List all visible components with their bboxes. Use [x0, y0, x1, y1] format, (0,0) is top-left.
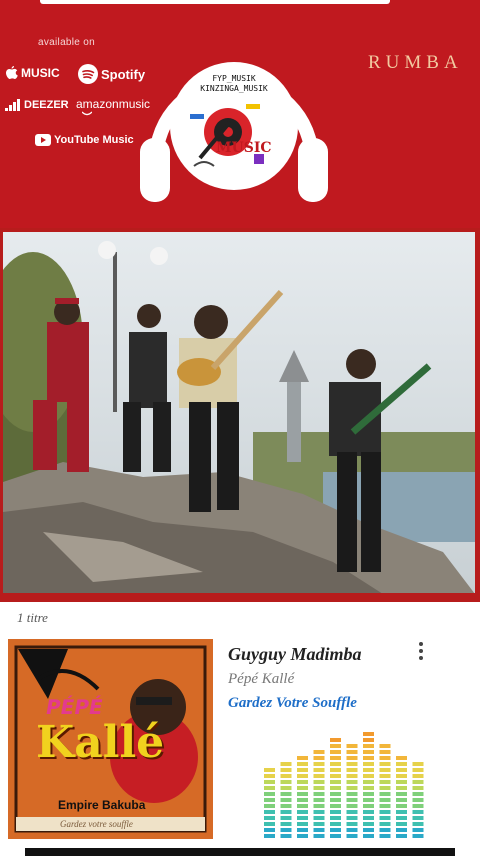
- equalizer-bar: [297, 756, 308, 838]
- header-banner: available on MUSIC Spotify DEEZER amazon…: [0, 0, 480, 228]
- apple-music-badge[interactable]: MUSIC: [6, 66, 60, 80]
- equalizer-bar: [346, 744, 358, 838]
- platform-label: DEEZER: [24, 99, 69, 111]
- deezer-badge[interactable]: DEEZER: [5, 99, 69, 111]
- amazon-music-icon: [82, 111, 92, 116]
- logo-badge: FYP_MUSIK KINZINGA_MUSIK MUSIC: [170, 62, 298, 190]
- platform-label: YouTube Music: [54, 134, 134, 146]
- cover-group: Empire Bakuba: [58, 798, 146, 812]
- logo-word: MUSIC: [216, 140, 272, 156]
- genre-label: RUMBA: [368, 52, 463, 73]
- home-indicator: [25, 848, 455, 856]
- equalizer-bar: [330, 738, 341, 838]
- platform-label: MUSIC: [21, 66, 60, 80]
- album-cover[interactable]: PÉPÉ Kallé Empire Bakuba Gardez votre so…: [8, 639, 213, 839]
- youtube-icon: [35, 134, 51, 146]
- spotify-badge[interactable]: Spotify: [78, 64, 145, 84]
- video-frame[interactable]: [3, 232, 475, 594]
- equalizer-bar: [379, 744, 391, 838]
- now-playing-card: 1 titre PÉPÉ Kallé Empire Bakuba Gardez …: [0, 602, 480, 856]
- artist-name: Pépé Kallé: [228, 671, 295, 687]
- top-handle-bar: [40, 0, 390, 4]
- equalizer-bar: [396, 756, 407, 838]
- deezer-icon: [5, 99, 20, 111]
- equalizer-bar: [313, 750, 325, 838]
- equalizer-bar: [363, 732, 374, 838]
- more-options-icon[interactable]: [416, 642, 426, 664]
- spotify-icon: [78, 64, 98, 84]
- music-art-icon: [190, 104, 264, 167]
- equalizer-bar: [264, 768, 275, 838]
- song-title: Guyguy Madimba: [228, 644, 362, 664]
- cover-name-line2: Kallé: [36, 717, 165, 768]
- equalizer-bar: [280, 762, 292, 838]
- cover-subtitle: Gardez votre souffle: [60, 819, 133, 829]
- apple-icon: [6, 66, 18, 79]
- track-count-label: 1 titre: [17, 610, 48, 625]
- video-scene: [3, 232, 475, 594]
- headphone-logo: FYP_MUSIK KINZINGA_MUSIK MUSIC: [138, 48, 330, 212]
- album-name: Gardez Votre Souffle: [228, 695, 357, 711]
- equalizer-bar: [412, 762, 424, 838]
- youtube-music-badge[interactable]: YouTube Music: [35, 134, 134, 146]
- available-on-label: available on: [38, 37, 95, 48]
- equalizer-visualizer: [264, 732, 424, 838]
- cover-name-line1: PÉPÉ: [43, 695, 105, 719]
